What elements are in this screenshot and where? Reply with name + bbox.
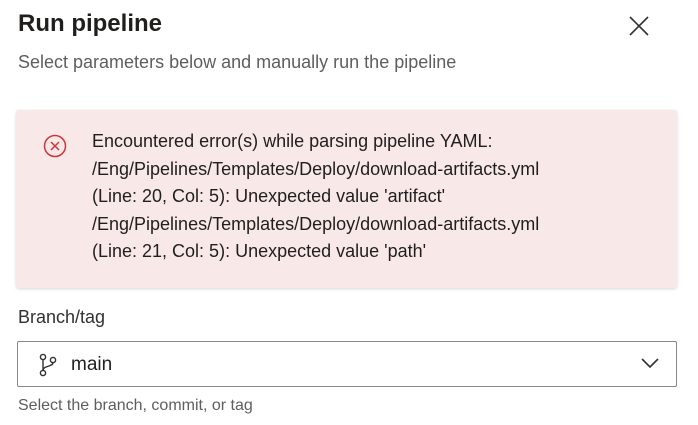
error-circle-x-icon xyxy=(43,134,67,158)
git-branch-icon xyxy=(39,353,57,377)
error-message-bar: Encountered error(s) while parsing pipel… xyxy=(16,110,677,288)
dialog-subtitle: Select parameters below and manually run… xyxy=(18,52,457,72)
chevron-down-icon xyxy=(641,358,659,369)
branch-tag-dropdown[interactable]: main xyxy=(17,341,677,387)
branch-helper-text: Select the branch, commit, or tag xyxy=(18,397,253,414)
error-line: /Eng/Pipelines/Templates/Deploy/download… xyxy=(92,213,540,234)
close-button[interactable] xyxy=(620,8,658,44)
page-title: Run pipeline xyxy=(18,10,162,37)
error-message-text: Encountered error(s) while parsing pipel… xyxy=(92,128,662,266)
error-line: /Eng/Pipelines/Templates/Deploy/download… xyxy=(92,158,540,179)
error-line: Encountered error(s) while parsing pipel… xyxy=(92,131,493,151)
run-pipeline-panel: Run pipeline Select parameters below and… xyxy=(0,0,698,425)
error-line: (Line: 20, Col: 5): Unexpected value 'ar… xyxy=(92,186,446,206)
close-icon xyxy=(629,16,649,36)
error-line: (Line: 21, Col: 5): Unexpected value 'pa… xyxy=(92,241,427,261)
branch-tag-label: Branch/tag xyxy=(18,307,106,327)
branch-value: main xyxy=(71,354,113,375)
